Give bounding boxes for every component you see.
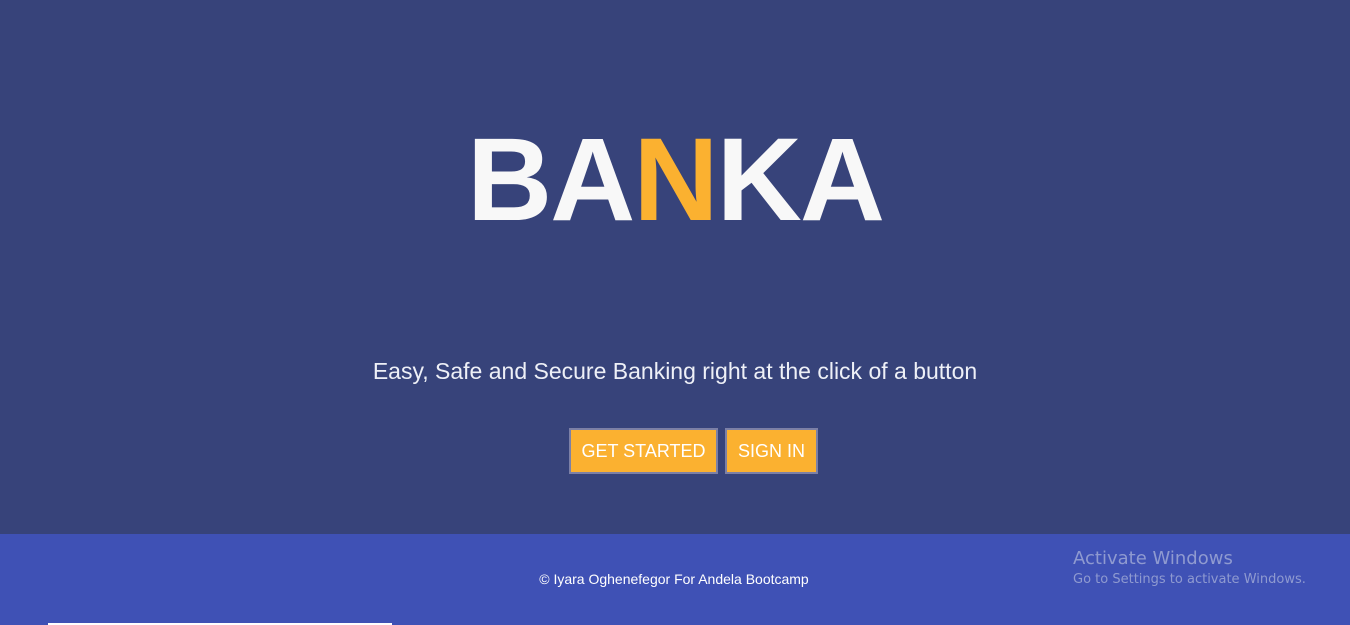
get-started-button[interactable]: GET STARTED [569,428,718,474]
banka-logo: BANKA [0,115,1350,245]
sign-in-button[interactable]: SIGN IN [725,428,818,474]
landing-page: BANKA Easy, Safe and Secure Banking righ… [0,0,1350,625]
page-footer: © Iyara Oghenefegor For Andela Bootcamp … [0,534,1350,625]
logo-text-part1: BA [466,114,635,246]
logo-text-part2: KA [716,114,885,246]
watermark-title: Activate Windows [1073,548,1233,569]
hero-section: BANKA Easy, Safe and Secure Banking righ… [0,0,1350,534]
activate-windows-watermark: Activate Windows Go to Settings to activ… [1073,548,1306,590]
hero-tagline: Easy, Safe and Secure Banking right at t… [372,358,978,384]
hero-actions: GET STARTED SIGN IN [569,428,818,474]
logo-text-accent: N [633,114,718,246]
watermark-subtitle: Go to Settings to activate Windows. [1073,572,1306,587]
